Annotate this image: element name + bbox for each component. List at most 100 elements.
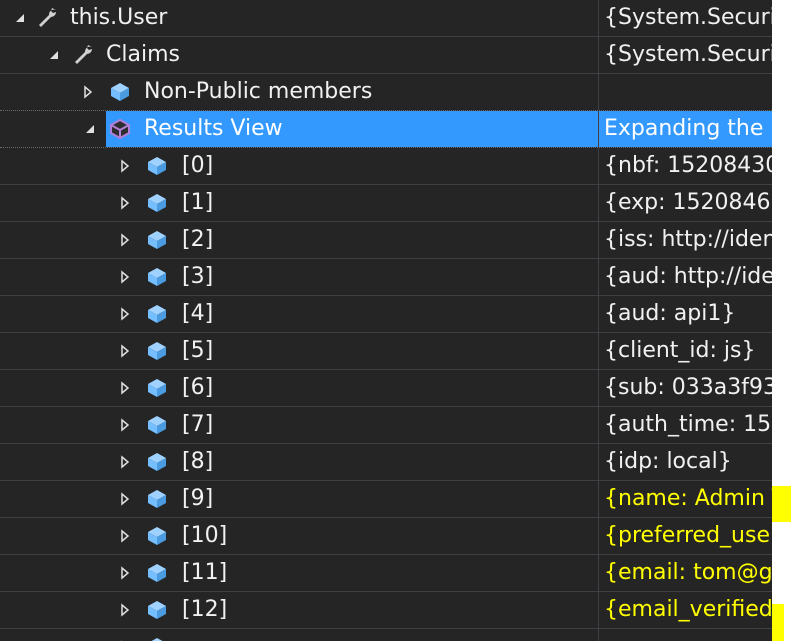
expand-arrow-icon[interactable]	[117, 148, 133, 184]
field-cube-icon	[145, 524, 169, 548]
column-divider	[598, 407, 599, 443]
wrench-icon	[36, 6, 60, 30]
collapse-arrow-icon[interactable]	[12, 0, 28, 36]
row-label: Non-Public members	[144, 79, 373, 104]
tree-row-claim[interactable]: [7] {auth_time: 152	[0, 407, 772, 444]
expand-arrow-icon[interactable]	[117, 518, 133, 554]
tree-row-claim[interactable]: [10] {preferred_user	[0, 518, 772, 555]
row-value: {idp: local}	[604, 449, 732, 474]
field-cube-icon	[145, 154, 169, 178]
column-divider	[598, 0, 599, 36]
row-value: Expanding the	[604, 116, 764, 141]
expand-arrow-icon[interactable]	[117, 629, 133, 641]
field-cube-icon	[145, 228, 169, 252]
tree-row-claim[interactable]: [5] {client_id: js}	[0, 333, 772, 370]
tree-row-claim[interactable]: [12] {email_verified:	[0, 592, 772, 629]
expand-arrow-icon[interactable]	[117, 222, 133, 258]
tree-row-claim[interactable]: [3] {aud: http://ide	[0, 259, 772, 296]
row-value: {exp: 15208466	[604, 190, 772, 215]
row-label: Results View	[144, 116, 283, 141]
row-value: {nbf: 15208430	[604, 153, 772, 178]
column-divider	[598, 222, 599, 258]
field-cube-icon	[145, 598, 169, 622]
tree-row-claim-partial[interactable]	[0, 629, 772, 641]
field-cube-icon	[145, 265, 169, 289]
column-divider	[598, 370, 599, 406]
row-value: {System.Securit	[604, 5, 772, 30]
collapse-arrow-icon[interactable]	[46, 37, 62, 73]
tree-row-claim[interactable]: [1] {exp: 15208466	[0, 185, 772, 222]
field-cube-icon	[145, 302, 169, 326]
column-divider	[598, 629, 599, 641]
row-label: [11]	[182, 560, 228, 585]
column-divider	[598, 111, 599, 147]
column-divider	[598, 333, 599, 369]
tree-row-results-view[interactable]: Results View Expanding the	[0, 111, 772, 148]
collapse-arrow-icon[interactable]	[82, 111, 98, 147]
row-value	[604, 74, 772, 110]
field-cube-icon	[145, 376, 169, 400]
expand-arrow-icon[interactable]	[117, 407, 133, 443]
field-cube-icon	[145, 339, 169, 363]
expand-arrow-icon[interactable]	[117, 259, 133, 295]
column-divider	[598, 592, 599, 628]
results-view-cube-icon	[108, 117, 132, 141]
tree-row-claim[interactable]: [8] {idp: local}	[0, 444, 772, 481]
watch-window: this.User {System.Securit Claims {System…	[0, 0, 772, 641]
column-divider	[598, 518, 599, 554]
field-cube-icon	[145, 413, 169, 437]
row-label: [4]	[182, 301, 214, 326]
field-cube-icon	[145, 191, 169, 215]
tree-row-claim[interactable]: [0] {nbf: 15208430	[0, 148, 772, 185]
column-divider	[598, 37, 599, 73]
row-label: [12]	[182, 597, 228, 622]
expand-arrow-icon[interactable]	[117, 481, 133, 517]
tree-row-claim[interactable]: [6] {sub: 033a3f93	[0, 370, 772, 407]
field-cube-icon	[145, 561, 169, 585]
tree-row-non-public-members[interactable]: Non-Public members	[0, 74, 772, 111]
expand-arrow-icon[interactable]	[117, 333, 133, 369]
tree-row-claim[interactable]: [9] {name: Admin T	[0, 481, 772, 518]
row-value: {aud: api1}	[604, 301, 736, 326]
column-divider	[598, 444, 599, 480]
expand-arrow-icon[interactable]	[117, 592, 133, 628]
row-label: [8]	[182, 449, 214, 474]
tree-row-claim[interactable]: [4] {aud: api1}	[0, 296, 772, 333]
column-divider	[598, 555, 599, 591]
column-divider	[598, 148, 599, 184]
tree-row-claims[interactable]: Claims {System.Securit	[0, 37, 772, 74]
field-cube-icon	[145, 635, 169, 641]
row-value-highlighted: {preferred_user	[604, 523, 772, 548]
expand-arrow-icon[interactable]	[80, 74, 96, 110]
tree-row-this-user[interactable]: this.User {System.Securit	[0, 0, 772, 37]
row-value: {System.Securit	[604, 42, 772, 67]
tree-row-claim[interactable]: [11] {email: tom@g	[0, 555, 772, 592]
row-value: {client_id: js}	[604, 338, 756, 363]
row-value-highlighted: {email: tom@g	[604, 560, 772, 585]
tree-row-claim[interactable]: [2] {iss: http://iden	[0, 222, 772, 259]
row-value: {aud: http://ide	[604, 264, 772, 289]
column-divider	[598, 259, 599, 295]
highlight-mark	[772, 604, 784, 641]
row-value: {auth_time: 152	[604, 412, 772, 437]
highlight-mark	[772, 486, 791, 522]
wrench-icon	[72, 43, 96, 67]
row-label: [3]	[182, 264, 214, 289]
column-divider	[598, 481, 599, 517]
row-label: [6]	[182, 375, 214, 400]
row-label: [9]	[182, 486, 214, 511]
column-divider	[598, 74, 599, 110]
row-label: [2]	[182, 227, 214, 252]
row-value: {sub: 033a3f93	[604, 375, 772, 400]
expand-arrow-icon[interactable]	[117, 185, 133, 221]
expand-arrow-icon[interactable]	[117, 296, 133, 332]
expand-arrow-icon[interactable]	[117, 370, 133, 406]
row-label: [1]	[182, 190, 214, 215]
row-value-highlighted: {name: Admin T	[604, 486, 772, 511]
row-label: [7]	[182, 412, 214, 437]
row-label: [5]	[182, 338, 214, 363]
expand-arrow-icon[interactable]	[117, 555, 133, 591]
column-divider	[598, 185, 599, 221]
field-cube-icon	[145, 450, 169, 474]
expand-arrow-icon[interactable]	[117, 444, 133, 480]
